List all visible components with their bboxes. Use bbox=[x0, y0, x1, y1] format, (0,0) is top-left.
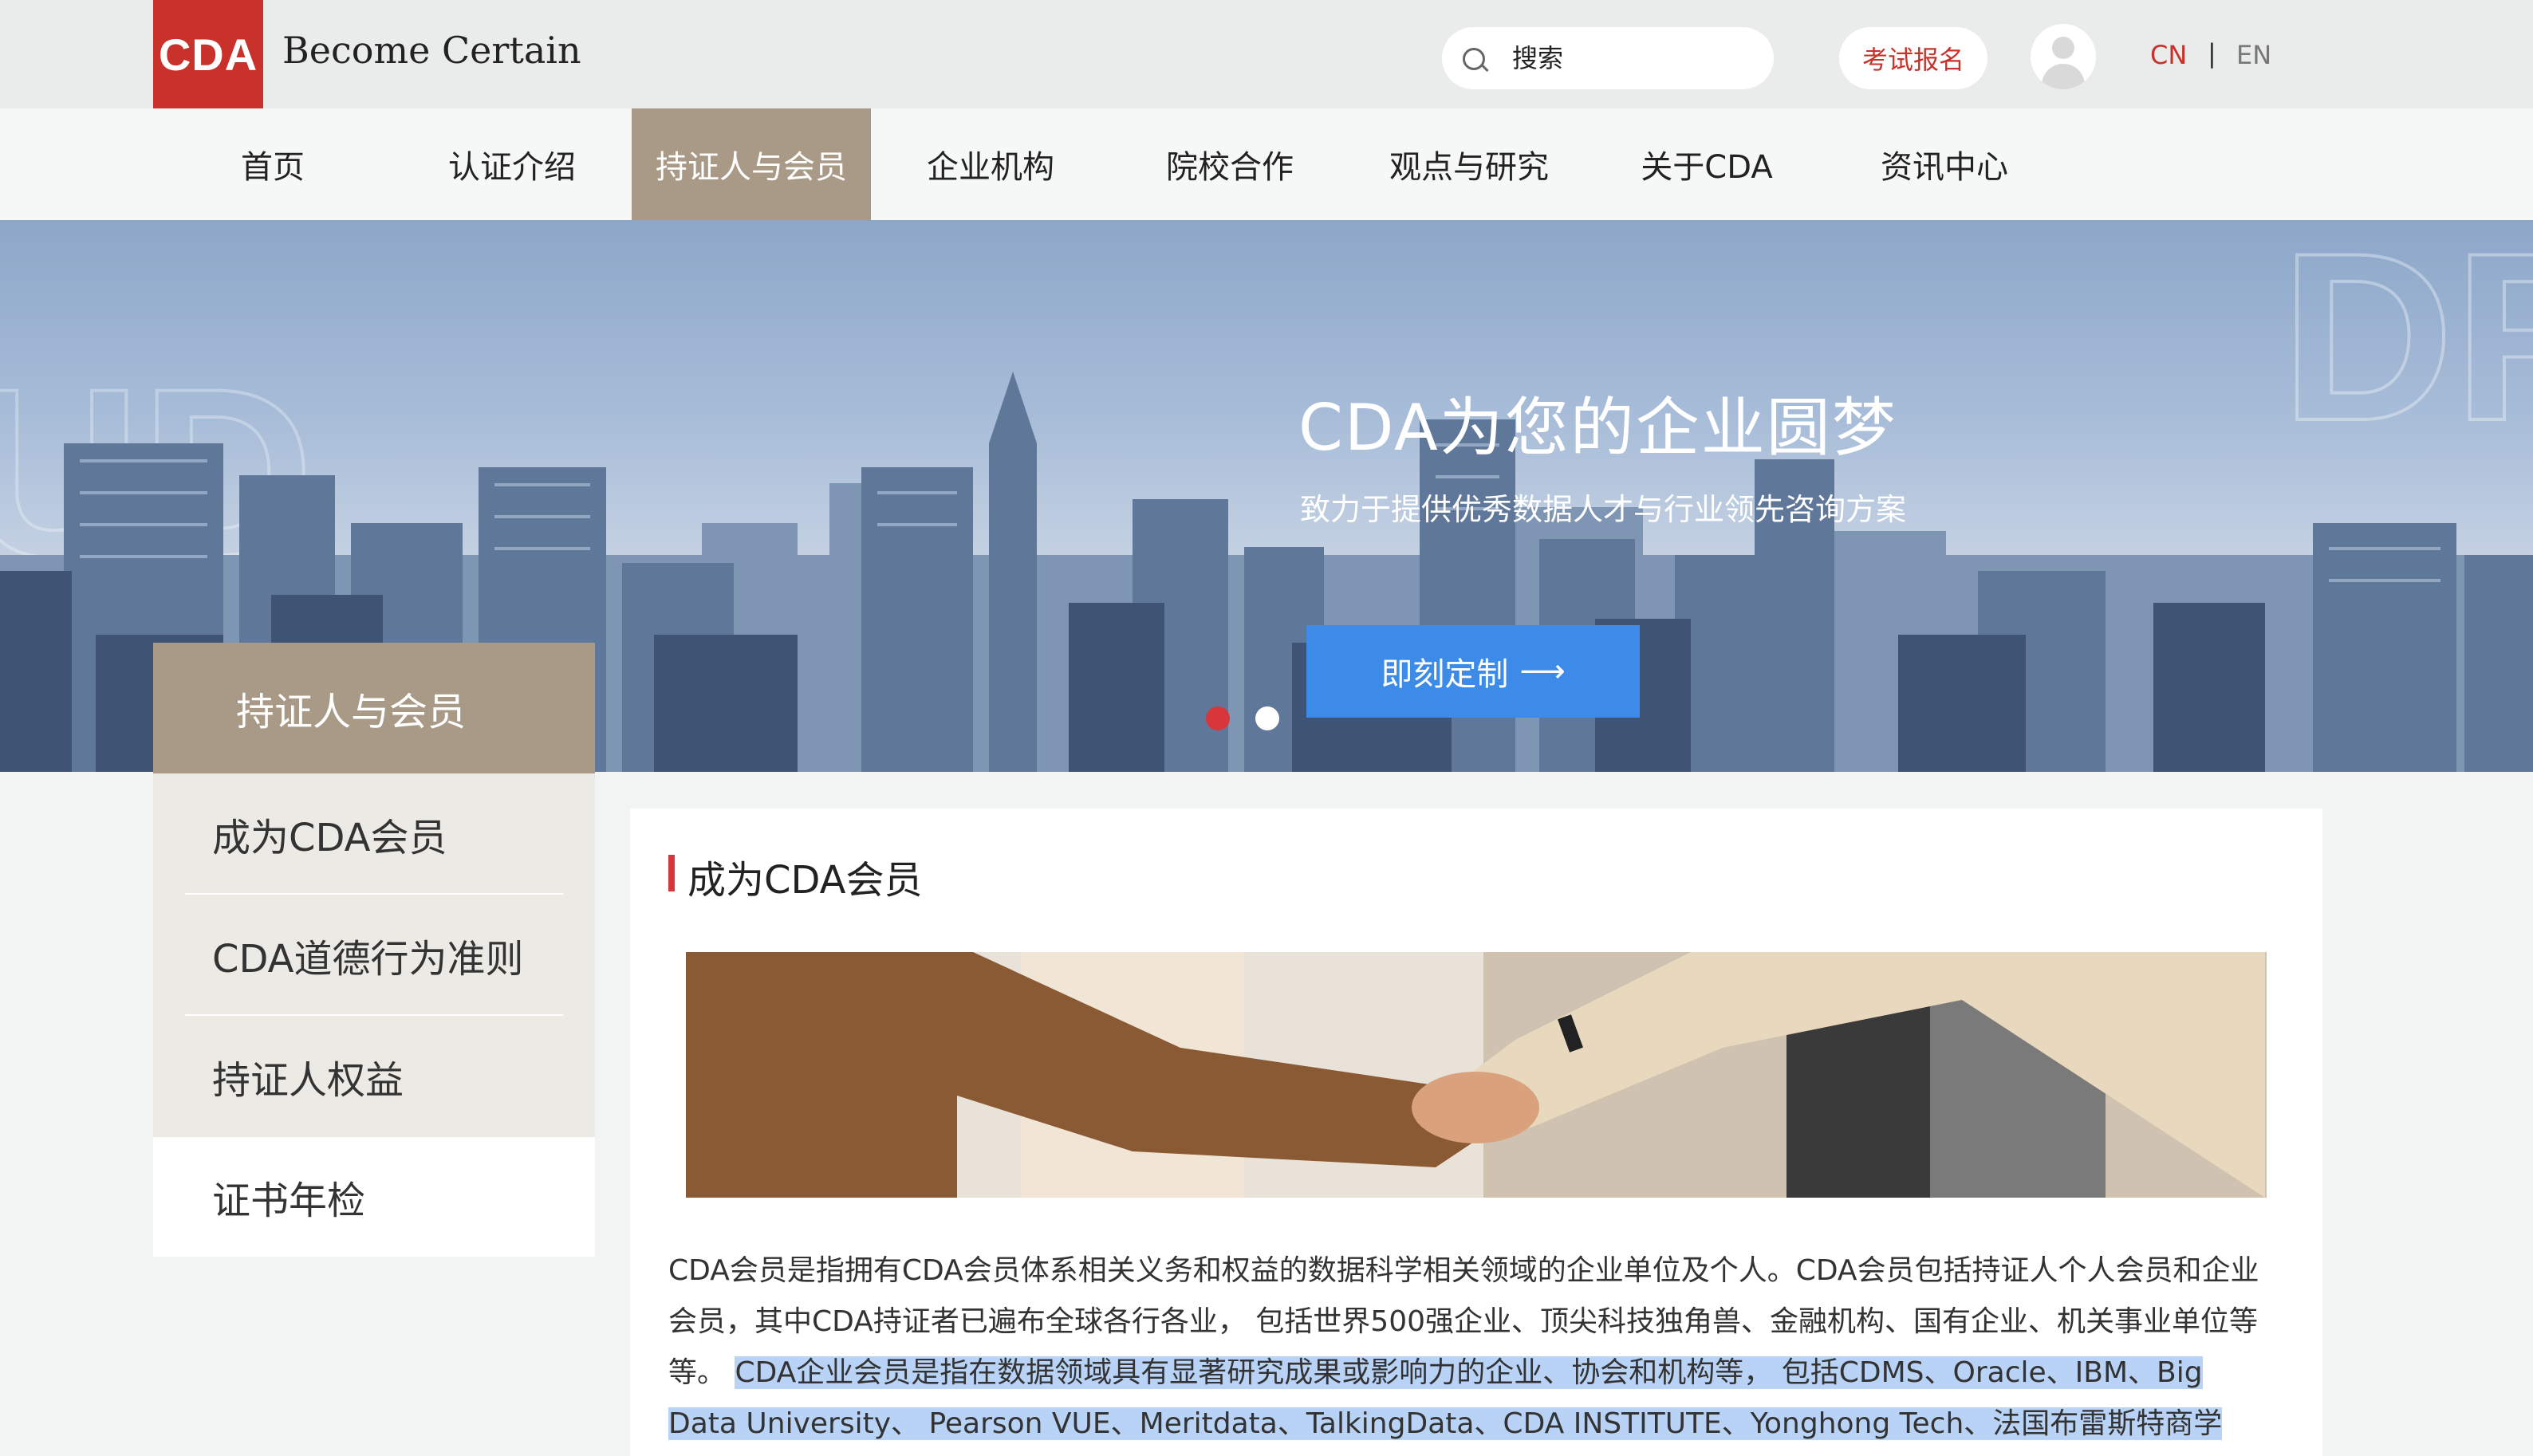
lang-en-link[interactable]: EN bbox=[2236, 40, 2271, 70]
banner-title: CDA为您的企业圆梦 bbox=[1298, 391, 1897, 465]
cda-logo[interactable]: CDA bbox=[153, 0, 263, 108]
sidebar-menu: 成为CDA会员 CDA道德行为准则 持证人权益 证书年检 bbox=[153, 773, 595, 1257]
search-input[interactable] bbox=[1511, 38, 1753, 78]
customize-now-button[interactable]: 即刻定制 ⟶ bbox=[1306, 625, 1640, 718]
exam-register-button[interactable]: 考试报名 bbox=[1839, 27, 1987, 89]
sidebar-item-label: CDA道德行为准则 bbox=[212, 937, 524, 982]
nav-item-home[interactable]: 首页 bbox=[223, 108, 322, 220]
sidebar-item-label: 成为CDA会员 bbox=[212, 816, 447, 860]
nav-item-news[interactable]: 资讯中心 bbox=[1866, 108, 2023, 220]
main-nav: 首页 认证介绍 持证人与会员 企业机构 院校合作 观点与研究 关于CDA 资讯中… bbox=[0, 108, 2533, 220]
banner-subtitle: 致力于提供优秀数据人才与行业领先咨询方案 bbox=[1300, 492, 1907, 527]
cta-label: 即刻定制 bbox=[1381, 656, 1509, 693]
top-bar: CDA Become Certain 考试报名 CN | EN bbox=[0, 0, 2533, 108]
lang-separator: | bbox=[2208, 38, 2216, 69]
handshake-photo bbox=[686, 952, 2267, 1198]
nav-item-college[interactable]: 院校合作 bbox=[1152, 108, 1308, 220]
carousel-dot-1[interactable] bbox=[1206, 706, 1230, 730]
brand-tagline: Become Certain bbox=[282, 29, 581, 72]
avatar-head bbox=[2052, 37, 2074, 59]
sidebar-item-label: 持证人权益 bbox=[212, 1058, 404, 1103]
content-panel: 成为CDA会员 CDA会员是指拥有CDA会员体系相关义务和权益的数据科学相关领域… bbox=[630, 809, 2322, 1456]
search-icon bbox=[1463, 48, 1485, 70]
selected-text: CDA企业会员是指在数据领域具有显著研究成果或影响力的企业、协会和机构等， 包括… bbox=[668, 1356, 2223, 1440]
search-box[interactable] bbox=[1442, 27, 1774, 89]
sidebar-item-label: 证书年检 bbox=[212, 1179, 366, 1223]
sidebar-heading: 持证人与会员 bbox=[153, 643, 595, 773]
svg-text:DR: DR bbox=[2281, 220, 2533, 470]
arrow-right-icon: ⟶ bbox=[1519, 653, 1566, 690]
nav-item-research[interactable]: 观点与研究 bbox=[1375, 108, 1563, 220]
lang-cn-link[interactable]: CN bbox=[2150, 40, 2187, 70]
user-avatar-icon[interactable] bbox=[2031, 24, 2096, 89]
nav-item-enterprise[interactable]: 企业机构 bbox=[912, 108, 1069, 220]
sidebar-item-code-of-conduct[interactable]: CDA道德行为准则 bbox=[153, 895, 595, 1016]
sidebar-item-annual-review[interactable]: 证书年检 bbox=[153, 1137, 595, 1257]
nav-item-certification[interactable]: 认证介绍 bbox=[434, 108, 590, 220]
section-title: 成为CDA会员 bbox=[687, 858, 923, 903]
carousel-dot-2[interactable] bbox=[1255, 706, 1279, 730]
sidebar-item-become-member[interactable]: 成为CDA会员 bbox=[153, 773, 595, 895]
nav-item-members[interactable]: 持证人与会员 bbox=[632, 108, 871, 220]
avatar-body bbox=[2042, 64, 2085, 89]
nav-item-about[interactable]: 关于CDA bbox=[1627, 108, 1786, 220]
sidebar-item-holder-benefits[interactable]: 持证人权益 bbox=[153, 1016, 595, 1137]
section-accent-bar bbox=[668, 855, 675, 891]
membership-description: CDA会员是指拥有CDA会员体系相关义务和权益的数据科学相关领域的企业单位及个人… bbox=[668, 1245, 2263, 1450]
